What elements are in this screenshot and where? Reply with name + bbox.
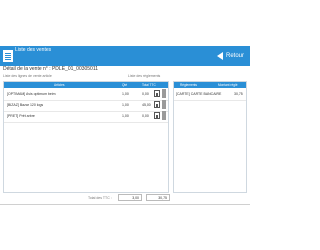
col-qty: Qté	[122, 83, 128, 87]
payments-table-header: Règlements Montant réglé	[174, 82, 246, 88]
totals-label: Total des TTC :	[88, 196, 112, 200]
top-bar: Liste des ventes Retour	[0, 46, 250, 66]
col-amount: Montant réglé	[218, 83, 238, 87]
back-arrow-icon	[216, 52, 223, 60]
table-row[interactable]: [CARTE] CARTE BANCAIRE 30,75	[174, 89, 246, 101]
qty-cell: 1,00	[122, 92, 129, 96]
row-action-button[interactable]	[162, 111, 166, 120]
row-action-button[interactable]	[162, 89, 166, 98]
col-payments: Règlements	[180, 83, 198, 87]
lines-section-label: Liste des lignes de vente article	[3, 74, 52, 78]
col-articles: Articles	[54, 83, 65, 87]
row-action-button[interactable]	[162, 100, 166, 109]
qty-cell: 1,00	[122, 114, 129, 118]
footer-divider	[0, 204, 250, 205]
article-cell: [BIZAZ] Bazar 120 logs	[7, 103, 44, 107]
article-cell: [OPTIMAM] Avis optimum beim	[7, 92, 56, 96]
lines-table-header: Articles Qté Total TTC	[4, 82, 168, 88]
total-cell: 0,00	[142, 92, 149, 96]
total-cell: 0,00	[142, 114, 149, 118]
page-title: Liste des ventes	[15, 47, 52, 53]
total-cell: 45,00	[142, 103, 151, 107]
list-icon[interactable]	[3, 50, 13, 62]
total-amount-field: 30,75	[146, 194, 170, 201]
document-icon[interactable]	[154, 101, 160, 108]
qty-cell: 1,00	[122, 103, 129, 107]
back-label: Retour	[225, 53, 244, 59]
total-qty-field: 3,00	[118, 194, 142, 201]
document-icon[interactable]	[154, 112, 160, 119]
document-icon[interactable]	[154, 90, 160, 97]
payments-section-label: Liste des règlements	[128, 74, 161, 78]
back-button[interactable]: Retour	[216, 49, 244, 63]
sale-lines-table: Articles Qté Total TTC [OPTIMAM] Avis op…	[3, 81, 169, 193]
article-cell: [PRET] Prêt arbre	[7, 114, 35, 118]
col-total: Total TTC	[142, 83, 156, 87]
sale-detail-title: Détail de la vente n° : PDLE_01_00305011	[3, 66, 99, 72]
payment-method-cell: [CARTE] CARTE BANCAIRE	[176, 92, 222, 96]
table-row[interactable]: [PRET] Prêt arbre 1,00 0,00	[4, 111, 168, 123]
payment-amount-cell: 30,75	[234, 92, 243, 96]
payments-table: Règlements Montant réglé [CARTE] CARTE B…	[173, 81, 247, 193]
